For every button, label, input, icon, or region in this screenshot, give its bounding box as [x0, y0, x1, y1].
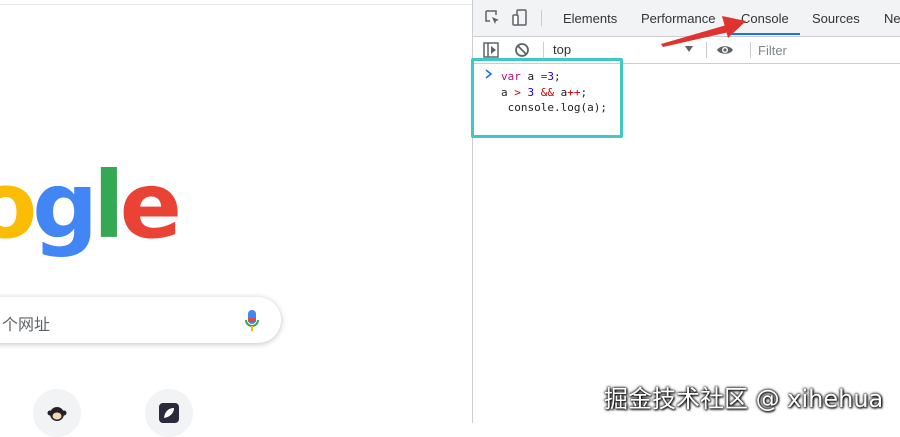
inspect-element-icon[interactable] [484, 9, 502, 27]
show-sidebar-icon[interactable] [482, 41, 500, 59]
logo-letter-e: e [119, 152, 182, 259]
logo-letter-l: l [93, 152, 124, 259]
watermark: 掘金技术社区 @ xihehua [604, 385, 884, 413]
shortcut-tile-2[interactable] [145, 389, 193, 437]
search-placeholder: 个网址 [2, 317, 51, 334]
context-select[interactable]: top [553, 42, 571, 57]
google-logo: ogle [0, 152, 182, 259]
device-toolbar-icon[interactable] [511, 9, 529, 27]
tab-network-truncated[interactable]: Ne [884, 11, 900, 26]
logo-letter-o: o [0, 152, 37, 259]
highlight-box [471, 58, 623, 138]
devtools-tab-bar: Elements Performance Console Sources Ne [473, 0, 900, 37]
search-box[interactable]: 个网址 [0, 297, 281, 343]
monkey-avatar-icon [47, 407, 67, 421]
clear-console-icon[interactable] [513, 41, 531, 59]
logo-letter-g: g [32, 152, 98, 259]
tab-console[interactable]: Console [741, 11, 789, 26]
tab-bar-divider [541, 10, 542, 26]
chevron-down-icon[interactable] [685, 46, 693, 52]
microphone-icon[interactable] [244, 309, 260, 333]
shortcut-tile-1[interactable] [33, 389, 81, 437]
toolbar-divider-2 [706, 42, 707, 58]
filter-input[interactable]: Filter [758, 43, 787, 58]
tab-elements[interactable]: Elements [563, 11, 617, 26]
tab-performance[interactable]: Performance [641, 11, 715, 26]
toolbar-divider-3 [750, 42, 751, 58]
toolbar-divider [543, 42, 544, 58]
top-divider [0, 4, 472, 5]
leaf-icon [159, 403, 179, 423]
active-tab-indicator [729, 33, 800, 35]
eye-icon[interactable] [716, 41, 734, 59]
tab-sources[interactable]: Sources [812, 11, 860, 26]
google-homepage: ogle 个网址 [0, 0, 472, 437]
